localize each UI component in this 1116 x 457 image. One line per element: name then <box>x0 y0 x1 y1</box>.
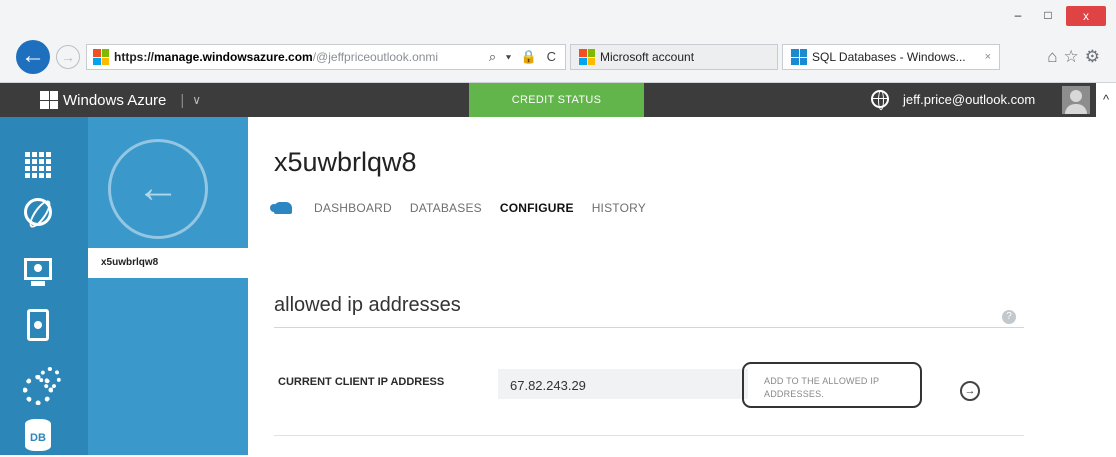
server-tabs: DASHBOARD DATABASES CONFIGURE HISTORY <box>270 201 664 215</box>
row-divider <box>274 435 1024 436</box>
tab-label: SQL Databases - Windows... <box>812 50 966 64</box>
chevron-down-icon[interactable]: ∨ <box>192 93 201 107</box>
forward-arrow-icon: → <box>61 49 75 65</box>
cloud-services-icon[interactable] <box>20 364 61 405</box>
address-tools[interactable]: ⌕ ▾ 🔒 C <box>489 49 559 65</box>
url-host: manage.windowsazure.com <box>154 50 313 64</box>
sql-databases-icon[interactable]: DB <box>20 417 56 453</box>
windows-logo-icon <box>40 91 58 109</box>
browser-toolbar-icons: ⌂☆⚙ <box>1047 47 1106 67</box>
web-sites-globe-icon[interactable] <box>20 194 56 230</box>
windows-logo-icon <box>791 49 807 65</box>
cloud-icon <box>270 202 292 214</box>
brand[interactable]: Windows Azure | ∨ <box>40 91 201 109</box>
maximize-button[interactable]: □ <box>1036 9 1060 23</box>
minimize-button[interactable]: – <box>1006 9 1030 23</box>
tab-microsoft-account[interactable]: Microsoft account <box>570 44 778 70</box>
credit-status-button[interactable]: CREDIT STATUS <box>469 83 644 117</box>
user-email[interactable]: jeff.price@outlook.com <box>903 92 1035 107</box>
page-title: x5uwbrlqw8 <box>274 147 417 177</box>
scroll-up-arrow-icon[interactable]: ^ <box>1096 83 1116 117</box>
tab-databases[interactable]: DATABASES <box>410 201 482 215</box>
url-scheme: https:// <box>114 50 154 64</box>
panel-item-server[interactable]: x5uwbrlqw8 <box>88 248 248 278</box>
add-ip-arrow-button[interactable]: → <box>960 381 980 401</box>
url-path: /@jeffpriceoutlook.onmi <box>312 50 439 64</box>
current-client-ip-label: CURRENT CLIENT IP ADDRESS <box>278 376 445 388</box>
browser-back-button[interactable]: ← <box>16 40 50 74</box>
avatar[interactable] <box>1062 86 1090 114</box>
settings-gear-icon[interactable]: ⚙ <box>1085 47 1106 66</box>
globe-icon[interactable] <box>871 90 889 110</box>
favorites-star-icon[interactable]: ☆ <box>1064 47 1085 66</box>
mobile-services-icon[interactable] <box>20 307 56 343</box>
tab-history[interactable]: HISTORY <box>592 201 646 215</box>
tab-sql-databases[interactable]: SQL Databases - Windows... × <box>782 44 1000 70</box>
back-arrow-icon: ← <box>21 42 45 69</box>
address-bar[interactable]: https:// manage.windowsazure.com /@jeffp… <box>86 44 566 70</box>
tab-configure[interactable]: CONFIGURE <box>500 201 574 215</box>
brand-name: Windows Azure <box>63 91 167 109</box>
browser-forward-button[interactable]: → <box>56 45 80 69</box>
db-label: DB <box>25 419 51 451</box>
home-icon[interactable]: ⌂ <box>1047 47 1063 66</box>
close-window-button[interactable]: x <box>1066 6 1106 26</box>
window-controls: – □ x <box>1006 6 1106 26</box>
microsoft-logo-icon <box>579 49 595 65</box>
add-to-allowed-ip-link[interactable]: ADD TO THE ALLOWED IP ADDRESSES. <box>764 375 929 401</box>
current-client-ip-value: 67.82.243.29 <box>498 369 748 399</box>
tab-dashboard[interactable]: DASHBOARD <box>314 201 392 215</box>
virtual-machines-icon[interactable] <box>20 251 56 287</box>
portal-top-bar: Windows Azure | ∨ CREDIT STATUS jeff.pri… <box>0 83 1116 117</box>
brand-divider: | <box>180 91 185 109</box>
arrow-right-icon: → <box>964 385 976 397</box>
tab-label: Microsoft account <box>600 50 695 64</box>
help-icon[interactable]: ? <box>1002 310 1016 324</box>
server-list-panel: ← x5uwbrlqw8 <box>88 117 248 455</box>
main-content: x5uwbrlqw8 DASHBOARD DATABASES CONFIGURE… <box>248 117 1116 455</box>
site-logo-icon <box>93 49 109 65</box>
section-title: allowed ip addresses <box>274 294 461 316</box>
all-items-grid-icon[interactable] <box>20 147 56 183</box>
back-arrow-icon: ← <box>136 163 180 212</box>
tab-close-icon[interactable]: × <box>985 51 991 63</box>
left-icon-rail: DB <box>0 117 88 455</box>
back-button[interactable]: ← <box>108 139 208 239</box>
section-divider <box>274 327 1024 328</box>
browser-chrome: – □ x ← → https:// manage.windowsazure.c… <box>0 0 1116 83</box>
